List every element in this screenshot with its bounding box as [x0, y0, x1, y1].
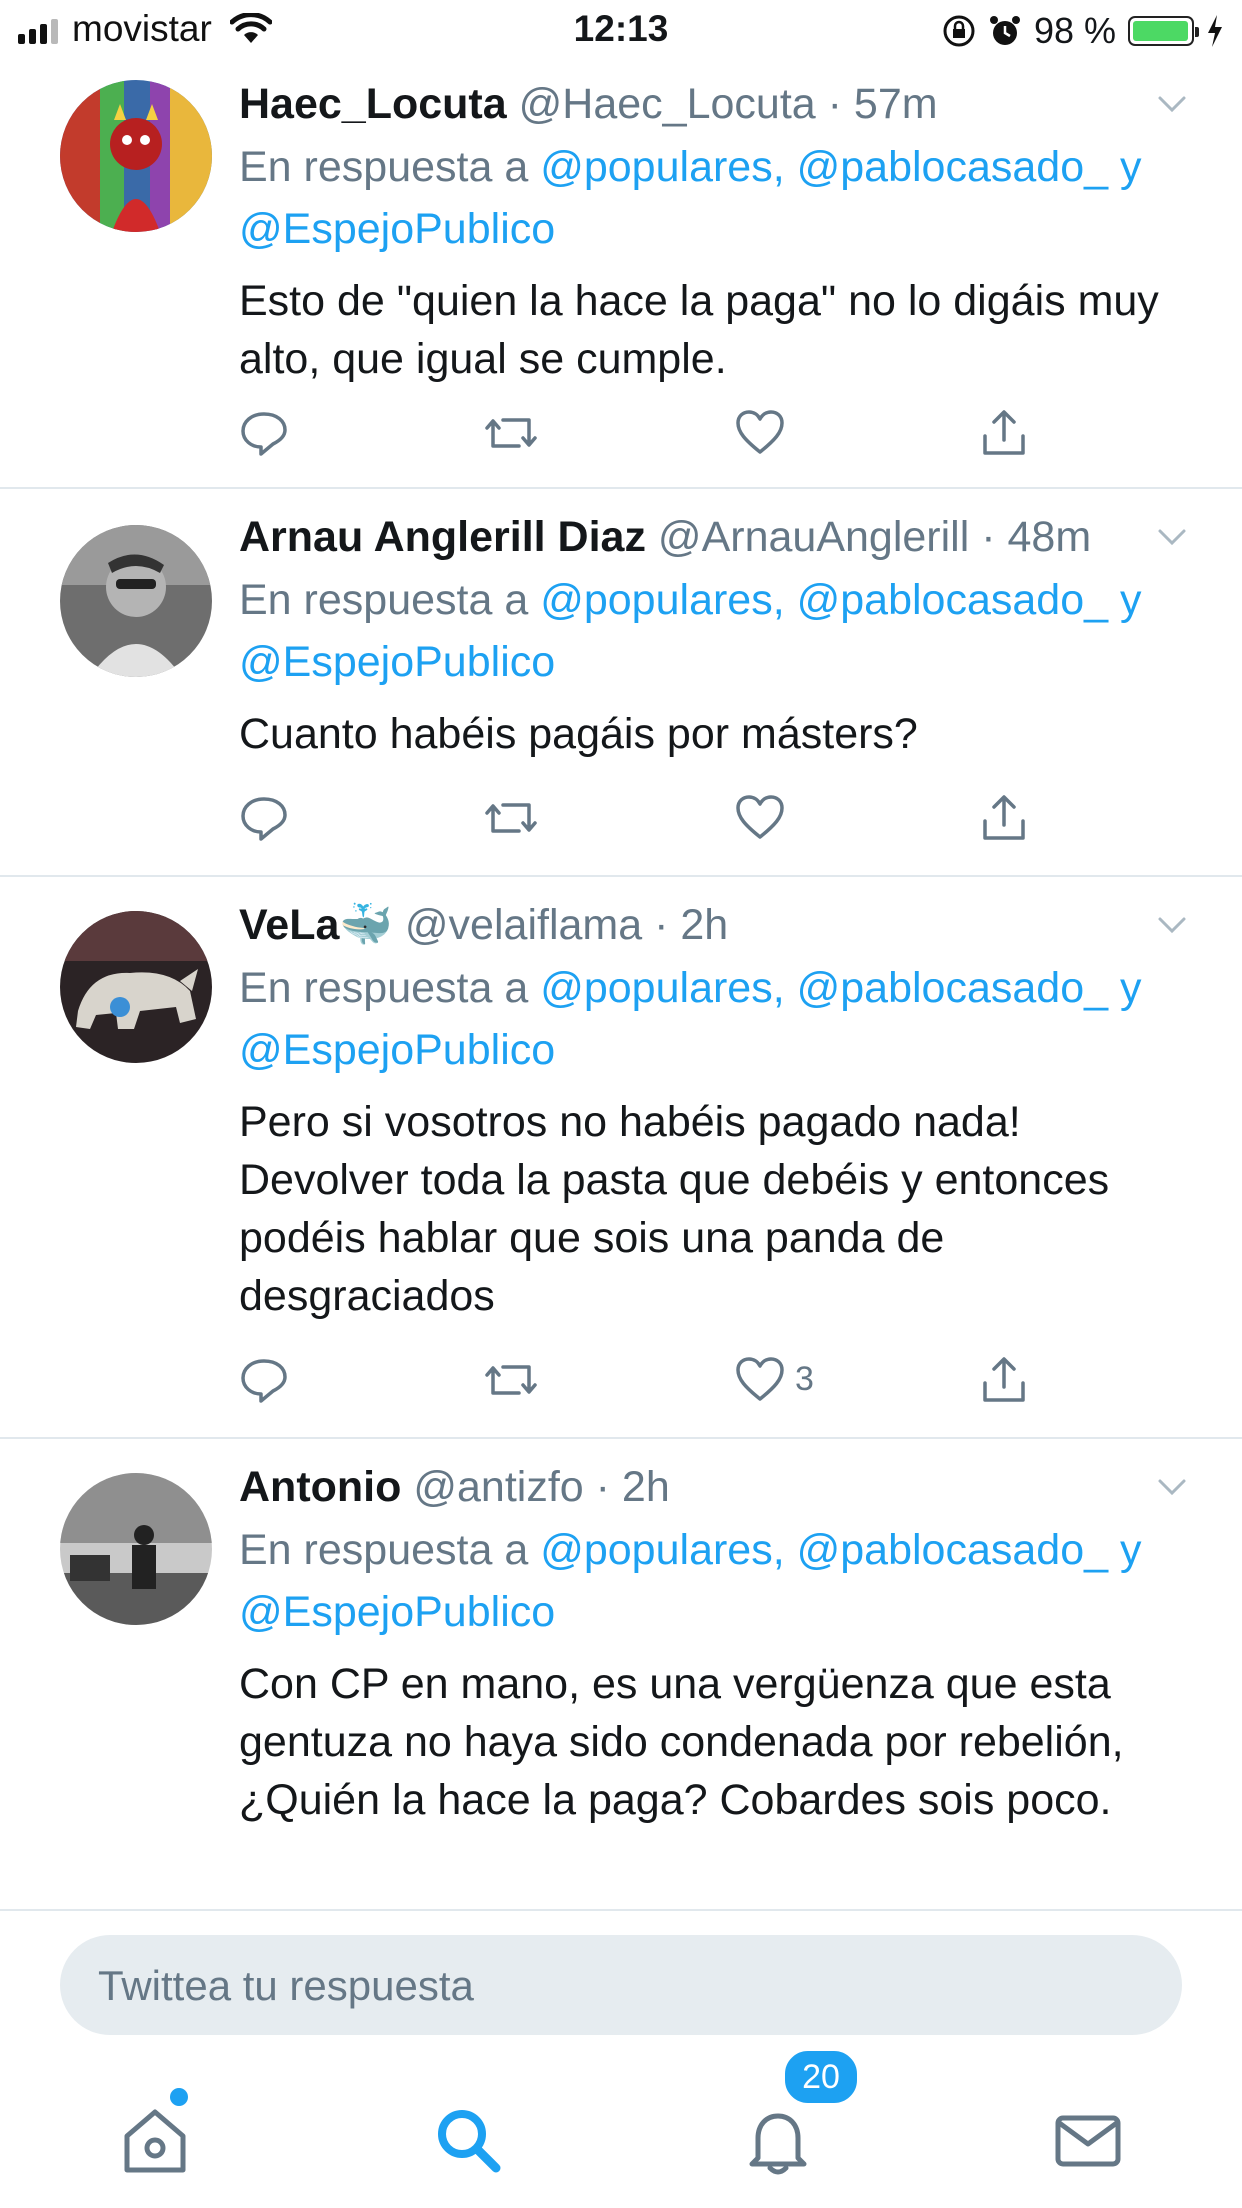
- display-name[interactable]: Antonio: [239, 1463, 401, 1511]
- like-count: 3: [795, 1359, 814, 1398]
- messages-mail-icon[interactable]: [1048, 2100, 1128, 2180]
- tweet-text: Cuanto habéis pagáis por másters?: [239, 710, 918, 758]
- reply-prefix: En respuesta a: [239, 576, 529, 624]
- mention-link[interactable]: @EspejoPublico: [239, 205, 555, 253]
- retweet-icon[interactable]: [483, 1355, 539, 1405]
- reply-input[interactable]: [96, 1935, 1140, 2037]
- tweet[interactable]: Antonio @antizfo · 2h En respuesta a @po…: [0, 1439, 1242, 1911]
- reply-context: En respuesta a @populares, @pablocasado_…: [239, 136, 1192, 260]
- avatar[interactable]: [60, 1473, 212, 1625]
- tweet-text: Con CP en mano, es una vergüenza que est…: [239, 1660, 1124, 1824]
- tweet[interactable]: VeLa🐳 @velaiflama · 2h En respuesta a @p…: [0, 877, 1242, 1439]
- retweet-icon[interactable]: [483, 408, 539, 458]
- status-bar: movistar 12:13 98 %: [0, 0, 1242, 60]
- mention-link[interactable]: @EspejoPublico: [239, 1026, 555, 1074]
- alarm-icon: [989, 16, 1020, 45]
- tweet-time[interactable]: 2h: [622, 1463, 670, 1511]
- separator-dot: ·: [583, 1463, 622, 1511]
- share-icon[interactable]: [979, 1355, 1029, 1405]
- chevron-down-icon[interactable]: [1152, 517, 1192, 557]
- tweet-time[interactable]: 57m: [854, 80, 938, 128]
- search-icon[interactable]: [428, 2100, 508, 2180]
- charging-icon: [1208, 15, 1222, 47]
- tweet-actions: [239, 408, 1059, 468]
- mention-conjunction: y: [1120, 143, 1142, 191]
- battery-fill: [1133, 21, 1188, 41]
- tweet[interactable]: Haec_Locuta @Haec_Locuta · 57m En respue…: [0, 60, 1242, 489]
- display-name[interactable]: Arnau Anglerill Diaz: [239, 513, 646, 561]
- mention-conjunction: y: [1120, 964, 1142, 1012]
- mention-conjunction: y: [1120, 1526, 1142, 1574]
- separator-dot: ·: [642, 901, 681, 949]
- tweet-time[interactable]: 48m: [1008, 513, 1092, 561]
- mention-link[interactable]: @EspejoPublico: [239, 1588, 555, 1636]
- tweet-header: Antonio @antizfo · 2h: [239, 1461, 1192, 1513]
- chevron-down-icon[interactable]: [1152, 84, 1192, 124]
- tweet-time[interactable]: 2h: [680, 901, 728, 949]
- notifications-bell-icon[interactable]: [738, 2100, 818, 2180]
- reply-icon[interactable]: [239, 1355, 289, 1405]
- share-icon[interactable]: [979, 793, 1029, 843]
- tweet[interactable]: Arnau Anglerill Diaz @ArnauAnglerill · 4…: [0, 489, 1242, 877]
- avatar[interactable]: [60, 80, 212, 232]
- reply-composer[interactable]: [60, 1935, 1182, 2037]
- like-action[interactable]: 3: [735, 1355, 814, 1403]
- share-icon[interactable]: [979, 408, 1029, 458]
- avatar[interactable]: [60, 525, 212, 677]
- like-icon[interactable]: [735, 1355, 785, 1403]
- chevron-down-icon[interactable]: [1152, 905, 1192, 945]
- tab-bar: [0, 2060, 1242, 2208]
- tweet-actions: [239, 793, 1059, 853]
- reply-prefix: En respuesta a: [239, 964, 529, 1012]
- chevron-down-icon[interactable]: [1152, 1467, 1192, 1507]
- user-handle[interactable]: @antizfo: [413, 1463, 583, 1511]
- notifications-badge: 20: [782, 2048, 860, 2106]
- mention-links[interactable]: @populares, @pablocasado_: [540, 143, 1108, 191]
- home-new-indicator: [170, 2088, 188, 2106]
- battery-icon: [1128, 16, 1199, 46]
- orientation-lock-icon: [943, 15, 975, 47]
- user-handle[interactable]: @ArnauAnglerill: [658, 513, 969, 561]
- separator-dot: ·: [815, 80, 854, 128]
- retweet-icon[interactable]: [483, 793, 539, 843]
- reply-context: En respuesta a @populares, @pablocasado_…: [239, 1519, 1192, 1643]
- reply-context: En respuesta a @populares, @pablocasado_…: [239, 569, 1192, 693]
- tweet-header: VeLa🐳 @velaiflama · 2h: [239, 899, 1192, 951]
- like-icon[interactable]: [735, 408, 785, 456]
- home-icon[interactable]: [115, 2100, 195, 2180]
- mention-links[interactable]: @populares, @pablocasado_: [540, 576, 1108, 624]
- like-icon[interactable]: [735, 793, 785, 841]
- tweet-actions: 3: [239, 1355, 1059, 1415]
- reply-icon[interactable]: [239, 793, 289, 843]
- tweet-header: Haec_Locuta @Haec_Locuta · 57m: [239, 78, 1192, 130]
- reply-context: En respuesta a @populares, @pablocasado_…: [239, 957, 1192, 1081]
- tweet-header: Arnau Anglerill Diaz @ArnauAnglerill · 4…: [239, 511, 1192, 563]
- display-name[interactable]: VeLa: [239, 901, 339, 949]
- tweet-text: Pero si vosotros no habéis pagado nada! …: [239, 1098, 1110, 1320]
- reply-icon[interactable]: [239, 408, 289, 458]
- avatar[interactable]: [60, 911, 212, 1063]
- whale-emoji: 🐳: [339, 901, 393, 949]
- battery-percent: 98 %: [1033, 10, 1116, 51]
- user-handle[interactable]: @velaiflama: [405, 901, 642, 949]
- mention-link[interactable]: @EspejoPublico: [239, 638, 555, 686]
- mention-conjunction: y: [1120, 576, 1142, 624]
- reply-prefix: En respuesta a: [239, 1526, 529, 1574]
- mention-links[interactable]: @populares, @pablocasado_: [540, 1526, 1108, 1574]
- display-name[interactable]: Haec_Locuta: [239, 80, 507, 128]
- mention-links[interactable]: @populares, @pablocasado_: [540, 964, 1108, 1012]
- status-right: 98 %: [942, 10, 1224, 52]
- user-handle[interactable]: @Haec_Locuta: [519, 80, 816, 128]
- separator-dot: ·: [969, 513, 1008, 561]
- tweet-text: Esto de "quien la hace la paga" no lo di…: [239, 277, 1159, 383]
- reply-prefix: En respuesta a: [239, 143, 529, 191]
